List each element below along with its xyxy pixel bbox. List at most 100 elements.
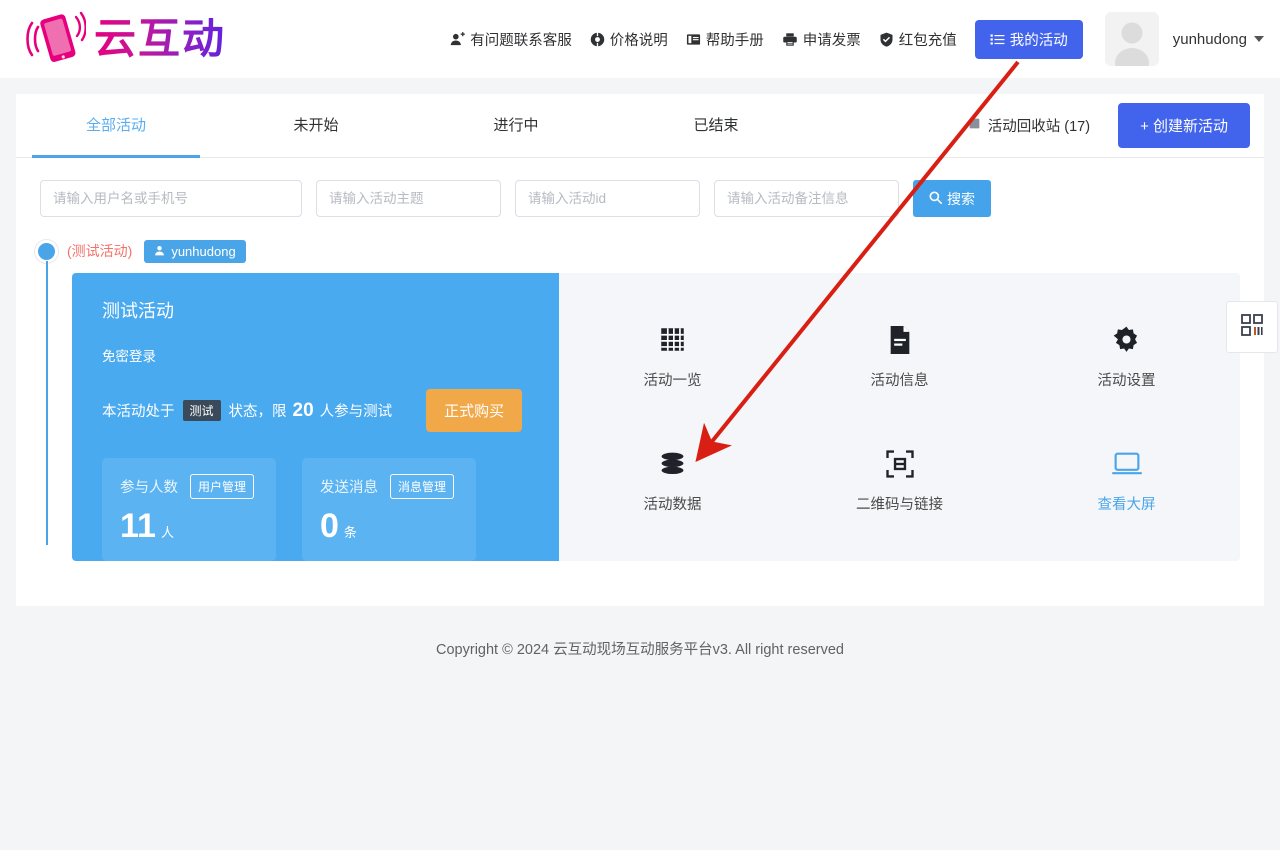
nav-item-request-invoice[interactable]: 申请发票: [782, 29, 861, 50]
avatar[interactable]: [1104, 12, 1159, 66]
search-input-username[interactable]: [40, 180, 302, 217]
activity-list: (测试活动) yunhudong 测试活动 免密登录 本活动处于 测试 状态，限…: [16, 217, 1278, 561]
stat-value: 0 条: [320, 509, 458, 543]
logo[interactable]: 云互动: [24, 9, 230, 69]
tab-all-activities[interactable]: 全部活动: [16, 94, 216, 158]
nav-item-my-activities[interactable]: 我的活动: [974, 19, 1083, 59]
status-suffix: 人参与测试: [319, 404, 393, 420]
action-label: 查看大屏: [1097, 496, 1156, 513]
timeline-line: [46, 261, 48, 545]
recycle-bin-link[interactable]: 活动回收站 (17): [968, 115, 1090, 136]
grid-table-icon: [659, 325, 686, 355]
activity-card-title: 测试活动: [102, 301, 174, 321]
action-label: 活动数据: [643, 496, 702, 513]
purchase-button[interactable]: 正式购买: [426, 389, 523, 432]
book-icon: [686, 32, 701, 47]
nav-item-contact-support[interactable]: 有问题联系客服: [450, 29, 572, 50]
status-tag: 测试: [182, 400, 221, 421]
action-label: 二维码与链接: [856, 496, 943, 513]
search-input-topic[interactable]: [316, 180, 501, 217]
activity-card: 测试活动 免密登录 本活动处于 测试 状态，限 20 人参与测试 正式购买 参与…: [72, 273, 1278, 561]
trash-icon: [968, 117, 981, 134]
stat-title: 参与人数: [120, 480, 178, 496]
qr-scan-icon: [885, 449, 914, 479]
gear-icon: [1113, 325, 1140, 355]
activity-card-subtitle: 免密登录: [102, 349, 156, 364]
activity-actions-grid: 活动一览 活动信息 活动设置 活动数据 二维码与链接 查看大屏: [559, 273, 1240, 561]
action-activity-overview[interactable]: 活动一览: [559, 325, 786, 390]
app-header: 云互动 有问题联系客服 价格说明 帮助手册 申请发票 红包充值 我的活动 yun…: [0, 0, 1280, 78]
tab-finished[interactable]: 已结束: [616, 94, 816, 157]
search-icon: [929, 190, 942, 207]
search-button[interactable]: 搜索: [913, 180, 991, 217]
search-input-remark[interactable]: [714, 180, 899, 217]
list-icon: [990, 32, 1005, 47]
qr-code-icon: [1240, 313, 1264, 342]
stat-title: 发送消息: [320, 480, 378, 496]
nav-item-pricing[interactable]: 价格说明: [590, 29, 668, 50]
stat-value: 11 人: [120, 509, 258, 543]
logo-text: 云互动: [94, 18, 230, 60]
search-row: 搜索: [16, 158, 1264, 217]
status-middle: 状态，限: [228, 404, 287, 420]
owner-badge-label: yunhudong: [171, 243, 236, 259]
stat-number: 0: [320, 507, 339, 545]
nav-label: 申请发票: [802, 32, 861, 49]
tab-label: 未开始: [293, 117, 339, 134]
tab-label: 进行中: [493, 117, 539, 134]
message-management-button[interactable]: 消息管理: [390, 474, 455, 499]
nav-label: 我的活动: [1009, 32, 1068, 49]
phone-motion-logo-icon: [24, 9, 87, 69]
page-body: 全部活动 未开始 进行中 已结束 活动回收站 (17) + 创建新活动 请输入用…: [0, 78, 1280, 659]
activity-stats: 参与人数 用户管理 11 人 发送消息 消息管理 0 条: [102, 458, 559, 561]
username-dropdown[interactable]: yunhudong: [1173, 31, 1264, 48]
activities-panel: 全部活动 未开始 进行中 已结束 活动回收站 (17) + 创建新活动 请输入用…: [16, 94, 1278, 606]
user-add-icon: [450, 31, 466, 47]
create-activity-button[interactable]: + 创建新活动: [1118, 103, 1250, 148]
nav-item-redpacket-recharge[interactable]: 红包充值: [879, 29, 957, 50]
tabs: 全部活动 未开始 进行中 已结束: [16, 94, 816, 158]
printer-icon: [782, 32, 798, 47]
search-button-label: 搜索: [947, 190, 975, 207]
action-activity-info[interactable]: 活动信息: [786, 325, 1013, 390]
nav-label: 帮助手册: [705, 32, 764, 49]
qr-code-side-tab[interactable]: [1226, 301, 1278, 353]
stat-participants: 参与人数 用户管理 11 人: [102, 458, 276, 561]
default-avatar-icon: [1114, 22, 1149, 66]
activity-name-label: (测试活动): [67, 243, 133, 259]
caret-down-icon: [1254, 36, 1264, 42]
status-dot-icon: [38, 242, 55, 260]
document-icon: [888, 325, 912, 355]
activity-status-line: 本活动处于 测试 状态，限 20 人参与测试 正式购买: [102, 389, 559, 432]
user-management-button[interactable]: 用户管理: [190, 474, 255, 499]
user-area[interactable]: yunhudong: [1104, 12, 1264, 66]
username-label: yunhudong: [1172, 30, 1247, 48]
database-icon: [659, 449, 686, 479]
tabs-actions: 活动回收站 (17) + 创建新活动: [968, 103, 1250, 148]
footer: Copyright © 2024 云互动现场互动服务平台v3. All righ…: [16, 606, 1264, 659]
nav-item-help-manual[interactable]: 帮助手册: [686, 29, 764, 50]
main-nav: 有问题联系客服 价格说明 帮助手册 申请发票 红包充值 我的活动: [230, 19, 1105, 59]
nav-label: 有问题联系客服: [470, 32, 572, 49]
stat-header: 参与人数 用户管理: [120, 474, 258, 499]
copyright-text: Copyright © 2024 云互动现场互动服务平台v3. All righ…: [436, 642, 844, 658]
status-prefix: 本活动处于: [102, 404, 175, 420]
action-view-bigscreen[interactable]: 查看大屏: [1013, 449, 1240, 514]
stat-messages: 发送消息 消息管理 0 条: [302, 458, 476, 561]
search-input-activity-id[interactable]: [515, 180, 700, 217]
monitor-icon: [1111, 449, 1142, 479]
stat-header: 发送消息 消息管理: [320, 474, 458, 499]
activity-summary-card: 测试活动 免密登录 本活动处于 测试 状态，限 20 人参与测试 正式购买 参与…: [72, 273, 559, 561]
stat-number: 11: [120, 507, 156, 545]
nav-label: 红包充值: [898, 32, 957, 49]
action-label: 活动设置: [1097, 372, 1156, 389]
stat-unit: 条: [343, 525, 357, 540]
tab-in-progress[interactable]: 进行中: [416, 94, 616, 157]
owner-badge[interactable]: yunhudong: [144, 239, 246, 263]
tab-label: 已结束: [693, 117, 739, 134]
action-activity-data[interactable]: 活动数据: [559, 449, 786, 514]
action-activity-settings[interactable]: 活动设置: [1013, 325, 1240, 390]
tab-not-started[interactable]: 未开始: [216, 94, 416, 157]
limit-number: 20: [292, 399, 314, 421]
action-qrcode-and-link[interactable]: 二维码与链接: [786, 449, 1013, 514]
